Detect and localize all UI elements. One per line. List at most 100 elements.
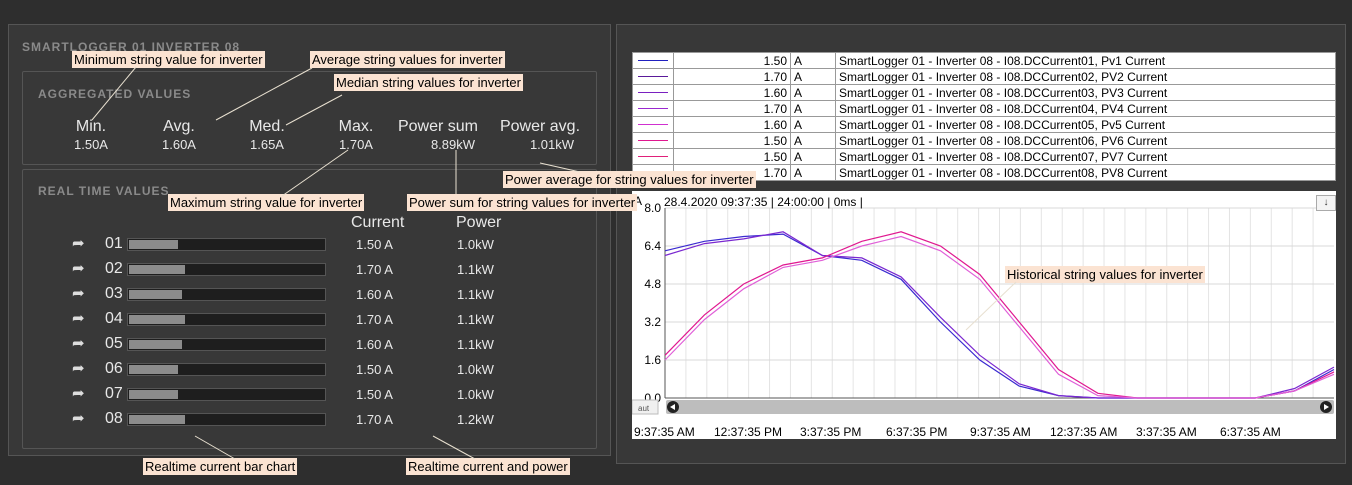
share-arrow-icon[interactable]: ➦ — [72, 409, 85, 427]
legend-value: 1.50 — [673, 132, 791, 149]
legend-value: 1.50 — [673, 52, 791, 69]
realtime-row: ➦ 01 1.50 A 1.0kW — [0, 234, 560, 256]
annotation-cp: Realtime current and power — [406, 458, 570, 475]
legend-value: 1.60 — [673, 116, 791, 133]
legend-unit: A — [790, 52, 836, 69]
share-arrow-icon[interactable]: ➦ — [72, 359, 85, 377]
string-current: 1.60 A — [356, 337, 393, 352]
current-bar — [127, 263, 326, 276]
legend-unit: A — [790, 132, 836, 149]
legend-swatch — [632, 132, 674, 149]
legend-row[interactable]: 1.60 A SmartLogger 01 - Inverter 08 - I08.… — [632, 116, 1336, 133]
annotation-med: Median string values for inverter — [334, 74, 523, 91]
current-bar-fill — [129, 390, 179, 399]
legend-row[interactable]: 1.60 A SmartLogger 01 - Inverter 08 - I08.… — [632, 84, 1336, 101]
share-arrow-icon[interactable]: ➦ — [72, 259, 85, 277]
legend-row[interactable]: 1.50 A SmartLogger 01 - Inverter 08 - I08.… — [632, 132, 1336, 149]
string-power: 1.0kW — [457, 237, 494, 252]
agg-avg-label: Avg. — [163, 118, 195, 135]
power-column-header: Power — [456, 214, 502, 231]
realtime-row: ➦ 08 1.70 A 1.2kW — [0, 409, 560, 431]
y-tick-label: 3.2 — [644, 315, 661, 329]
legend-value: 1.70 — [673, 100, 791, 117]
x-tick-label: 3:37:35 AM — [1136, 425, 1197, 439]
x-tick-label: 12:37:35 AM — [1050, 425, 1118, 439]
agg-med-label: Med. — [249, 118, 285, 135]
legend-series-name: SmartLogger 01 - Inverter 08 - I08.DCCur… — [835, 116, 1336, 133]
agg-min: Min. 1.50A — [46, 118, 136, 152]
share-arrow-icon[interactable]: ➦ — [72, 309, 85, 327]
current-bar — [127, 238, 326, 251]
legend-series-name: SmartLogger 01 - Inverter 08 - I08.DCCur… — [835, 68, 1336, 85]
legend-row[interactable]: 1.70 A SmartLogger 01 - Inverter 08 - I08.… — [632, 68, 1336, 85]
agg-min-label: Min. — [75, 118, 107, 135]
agg-max: Max. 1.70A — [311, 118, 401, 152]
annotation-max: Maximum string value for inverter — [168, 194, 365, 211]
legend-unit: A — [790, 100, 836, 117]
string-power: 1.1kW — [457, 262, 494, 277]
share-arrow-icon[interactable]: ➦ — [72, 284, 85, 302]
current-bar-fill — [129, 365, 179, 374]
history-chart-svg: 0.01.63.24.86.48.0aut — [631, 201, 1335, 415]
agg-power-avg-value: 1.01kW — [529, 137, 575, 152]
legend-series-name: SmartLogger 01 - Inverter 08 - I08.DCCur… — [835, 52, 1336, 69]
current-bar — [127, 388, 326, 401]
download-icon[interactable]: ↓ — [1316, 195, 1336, 211]
legend-row[interactable]: 1.70 A SmartLogger 01 - Inverter 08 - I08.… — [632, 100, 1336, 117]
scroll-mode-label: aut — [638, 404, 650, 413]
agg-avg-value: 1.60A — [162, 137, 196, 152]
legend-unit: A — [790, 164, 836, 181]
legend-series-name: SmartLogger 01 - Inverter 08 - I08.DCCur… — [835, 132, 1336, 149]
legend-unit: A — [790, 148, 836, 165]
string-number: 08 — [105, 410, 123, 427]
string-power: 1.1kW — [457, 337, 494, 352]
horizontal-scrollbar — [666, 400, 1334, 414]
share-arrow-icon[interactable]: ➦ — [72, 334, 85, 352]
legend-row[interactable]: 1.50 A SmartLogger 01 - Inverter 08 - I08.… — [632, 148, 1336, 165]
legend-swatch — [632, 100, 674, 117]
legend-swatch — [632, 84, 674, 101]
y-tick-label: 4.8 — [644, 277, 661, 291]
y-tick-label: 6.4 — [644, 239, 661, 253]
agg-power-avg-label: Power avg. — [499, 118, 581, 135]
current-bar-fill — [129, 315, 185, 324]
realtime-row: ➦ 05 1.60 A 1.1kW — [0, 334, 560, 356]
x-tick-label: 6:37:35 PM — [886, 425, 948, 439]
legend-swatch — [632, 68, 674, 85]
aggregated-header: AGGREGATED VALUES — [38, 87, 192, 101]
string-current: 1.70 A — [356, 412, 393, 427]
legend-value: 1.50 — [673, 148, 791, 165]
legend-series-name: SmartLogger 01 - Inverter 08 - I08.DCCur… — [835, 100, 1336, 117]
x-tick-label: 9:37:35 AM — [970, 425, 1031, 439]
legend-swatch — [632, 52, 674, 69]
agg-power-avg: Power avg. 1.01kW — [495, 118, 585, 152]
share-arrow-icon[interactable]: ➦ — [72, 234, 85, 252]
current-column-header: Current — [351, 214, 405, 231]
agg-power-sum-value: 8.89kW — [430, 137, 476, 152]
current-bar-fill — [129, 415, 185, 424]
legend-swatch — [632, 116, 674, 133]
legend-row[interactable]: 1.50 A SmartLogger 01 - Inverter 08 - I08.… — [632, 52, 1336, 69]
string-number: 03 — [105, 285, 123, 302]
string-current: 1.70 A — [356, 312, 393, 327]
legend-value: 1.70 — [673, 68, 791, 85]
annotation-min: Minimum string value for inverter — [72, 51, 265, 68]
legend-series-name: SmartLogger 01 - Inverter 08 - I08.DCCur… — [835, 164, 1336, 181]
current-bar — [127, 313, 326, 326]
agg-med-value: 1.65A — [250, 137, 284, 152]
share-arrow-icon[interactable]: ➦ — [72, 384, 85, 402]
x-tick-label: 12:37:35 PM — [714, 425, 783, 439]
string-current: 1.70 A — [356, 262, 393, 277]
current-bar-fill — [129, 265, 185, 274]
string-number: 05 — [105, 335, 123, 352]
string-current: 1.50 A — [356, 387, 393, 402]
agg-med: Med. 1.65A — [222, 118, 312, 152]
realtime-row: ➦ 07 1.50 A 1.0kW — [0, 384, 560, 406]
annotation-pavg: Power average for string values for inve… — [503, 171, 756, 188]
legend-unit: A — [790, 84, 836, 101]
agg-power-sum: Power sum 8.89kW — [392, 118, 484, 152]
legend-swatch — [632, 148, 674, 165]
string-current: 1.50 A — [356, 237, 393, 252]
annotation-hist: Historical string values for inverter — [1005, 266, 1205, 283]
current-bar-fill — [129, 290, 182, 299]
